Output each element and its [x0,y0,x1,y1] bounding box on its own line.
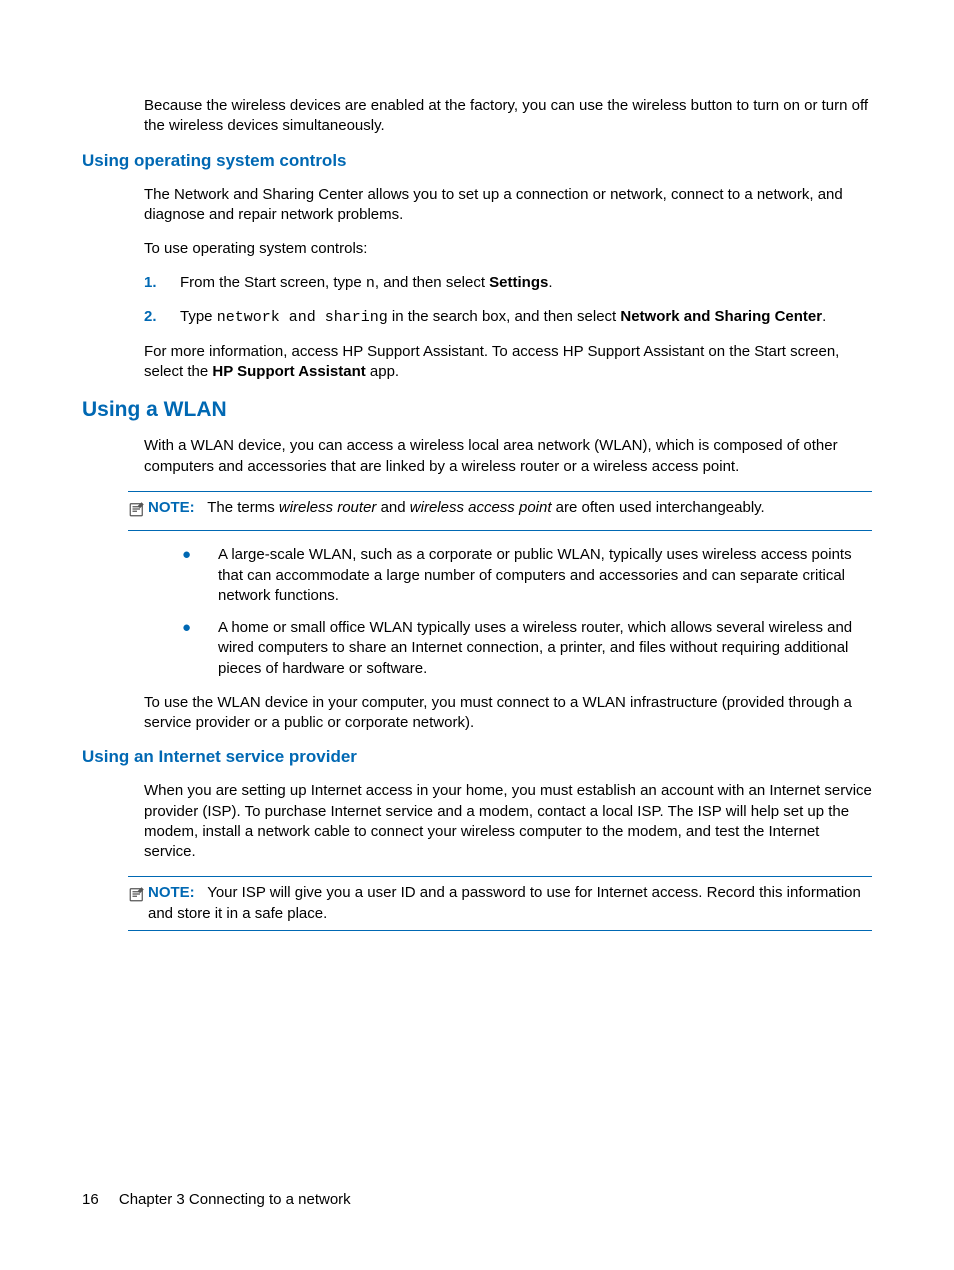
note-text: NOTE: The terms wireless router and wire… [148,498,872,525]
step-text: From the Start screen, type n, and then … [180,273,872,294]
page-number: 16 [82,1191,99,1208]
chapter-label: Chapter 3 Connecting to a network [119,1191,351,1208]
os-paragraph-3: For more information, access HP Support … [82,342,872,383]
wlan-paragraph-2: To use the WLAN device in your computer,… [82,693,872,734]
heading-os-controls: Using operating system controls [82,151,872,171]
list-item: ● A large-scale WLAN, such as a corporat… [182,545,872,606]
heading-wlan: Using a WLAN [82,398,872,422]
step-item: 1. From the Start screen, type n, and th… [144,273,872,294]
note-block: NOTE: Your ISP will give you a user ID a… [128,876,872,931]
isp-paragraph-1: When you are setting up Internet access … [82,781,872,862]
wlan-paragraph-1: With a WLAN device, you can access a wir… [82,436,872,477]
bullet-text: A home or small office WLAN typically us… [218,618,872,679]
note-icon [128,883,148,924]
note-icon [128,498,148,525]
heading-isp: Using an Internet service provider [82,747,872,767]
bullet-text: A large-scale WLAN, such as a corporate … [218,545,872,606]
list-item: ● A home or small office WLAN typically … [182,618,872,679]
os-paragraph-2: To use operating system controls: [82,239,872,259]
step-number: 1. [144,273,180,294]
bullet-list: ● A large-scale WLAN, such as a corporat… [82,545,872,679]
step-text: Type network and sharing in the search b… [180,307,872,328]
intro-paragraph: Because the wireless devices are enabled… [82,96,872,137]
note-text: NOTE: Your ISP will give you a user ID a… [148,883,872,924]
note-block: NOTE: The terms wireless router and wire… [128,491,872,532]
step-number: 2. [144,307,180,328]
steps-list: 1. From the Start screen, type n, and th… [82,273,872,328]
bullet-icon: ● [182,545,218,606]
os-paragraph-1: The Network and Sharing Center allows yo… [82,185,872,226]
page-footer: 16 Chapter 3 Connecting to a network [82,1191,351,1208]
step-item: 2. Type network and sharing in the searc… [144,307,872,328]
page-content: Because the wireless devices are enabled… [82,96,872,931]
bullet-icon: ● [182,618,218,679]
